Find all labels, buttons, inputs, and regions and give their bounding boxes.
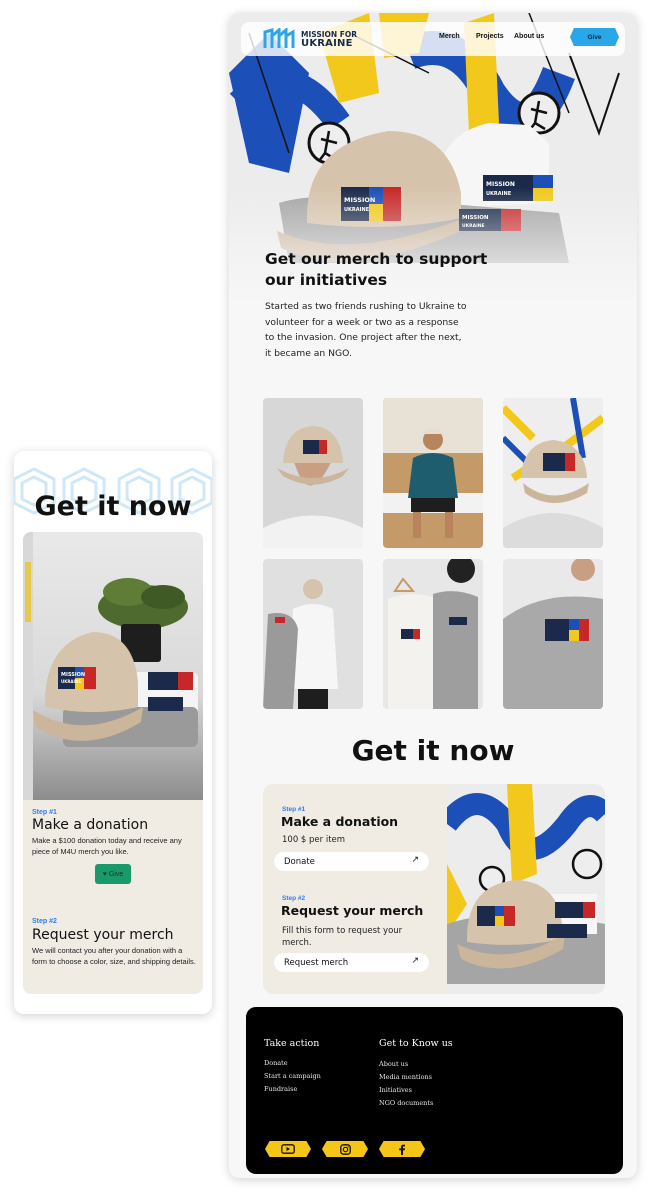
step-1-text: Make a $100 donation today and receive a…	[32, 836, 182, 856]
step-2-heading: Request your merch	[32, 927, 174, 943]
svg-text:MISSION: MISSION	[61, 672, 85, 678]
gallery-photo-model-back[interactable]	[263, 559, 363, 709]
donate-button[interactable]: Donate ↗	[274, 852, 429, 871]
step-2-text: Fill this form to request your merch.	[282, 926, 403, 948]
gallery-photo-seated-model[interactable]	[383, 398, 483, 548]
arrow-up-right-icon: ↗	[411, 956, 419, 966]
step-1-text: 100 $ per item	[282, 835, 346, 845]
footer-link-media-mentions[interactable]: Media mentions	[379, 1073, 432, 1081]
gallery-photo-cap-back[interactable]	[263, 398, 363, 548]
nav-merch[interactable]: Merch	[439, 33, 460, 40]
give-button[interactable]: ♥ Give	[95, 864, 131, 884]
get-it-now-title: Get it now	[34, 491, 192, 522]
top-navigation: MISSION FOR UKRAINE Merch Projects About…	[241, 22, 625, 56]
mission-for-ukraine-logo[interactable]: MISSION FOR UKRAINE	[263, 25, 373, 53]
hero-title: Get our merch to support our initiatives	[265, 250, 488, 289]
merch-photo: MISSION UKRAINE	[23, 532, 203, 800]
step-1-label: Step #1	[282, 806, 306, 813]
logo-line-2: UKRAINE	[301, 38, 353, 49]
step-1-heading: Make a donation	[281, 814, 399, 829]
get-it-now-card: Step #1 Make a donation 100 $ per item D…	[263, 784, 605, 994]
facebook-icon[interactable]	[379, 1141, 425, 1157]
footer-take-action-heading: Take action	[264, 1038, 320, 1049]
give-button-label: Give	[108, 870, 124, 878]
request-merch-button-label: Request merch	[284, 957, 349, 968]
footer-link-initiatives[interactable]: Initiatives	[379, 1086, 412, 1094]
step-1-label: Step #1	[32, 809, 57, 816]
gallery-photo-cap-mural[interactable]	[503, 398, 603, 548]
arrow-up-right-icon: ↗	[411, 855, 419, 865]
youtube-icon[interactable]	[265, 1141, 311, 1157]
nav-give-button[interactable]: Give	[570, 28, 619, 46]
step-2-heading: Request your merch	[281, 903, 424, 918]
nav-projects[interactable]: Projects	[476, 33, 504, 40]
heart-icon: ♥	[102, 870, 107, 878]
footer-link-about-us[interactable]: About us	[379, 1060, 408, 1068]
nav-give-label: Give	[587, 33, 602, 41]
step-2-text: We will contact you after your donation …	[32, 946, 196, 966]
footer-link-start-campaign[interactable]: Start a campaign	[264, 1072, 321, 1080]
gallery-photo-sweatshirts-hangers[interactable]	[383, 559, 483, 709]
footer-link-ngo-documents[interactable]: NGO documents	[379, 1099, 433, 1107]
footer-link-donate[interactable]: Donate	[264, 1059, 288, 1067]
m4u-logo-icon	[263, 28, 295, 48]
mobile-mockup: Get it now MISSION UKRAINE Step #1 Make …	[14, 451, 212, 1014]
request-merch-button[interactable]: Request merch ↗	[274, 953, 429, 972]
gallery-photo-sweatshirt-shoulder[interactable]	[503, 559, 603, 709]
merch-mural-photo	[447, 784, 605, 994]
donate-button-label: Donate	[284, 856, 315, 867]
footer-get-to-know-heading: Get to Know us	[379, 1038, 453, 1049]
nav-about-us[interactable]: About us	[514, 33, 544, 40]
step-2-label: Step #2	[32, 918, 57, 925]
merch-steps-card: MISSION UKRAINE Step #1 Make a donation …	[23, 532, 203, 994]
instagram-icon[interactable]	[322, 1141, 368, 1157]
step-2-label: Step #2	[282, 895, 306, 902]
desktop-mockup: MISSION UKRAINE MISSION UKRAINE MISSION …	[229, 13, 637, 1178]
hero-text: Started as two friends rushing to Ukrain…	[265, 301, 467, 359]
footer-link-fundraise[interactable]: Fundraise	[264, 1085, 297, 1093]
site-footer: Take action Donate Start a campaign Fund…	[246, 1007, 623, 1174]
step-1-heading: Make a donation	[32, 817, 149, 833]
svg-text:UKRAINE: UKRAINE	[61, 679, 81, 684]
get-it-now-section-title: Get it now	[351, 734, 515, 767]
